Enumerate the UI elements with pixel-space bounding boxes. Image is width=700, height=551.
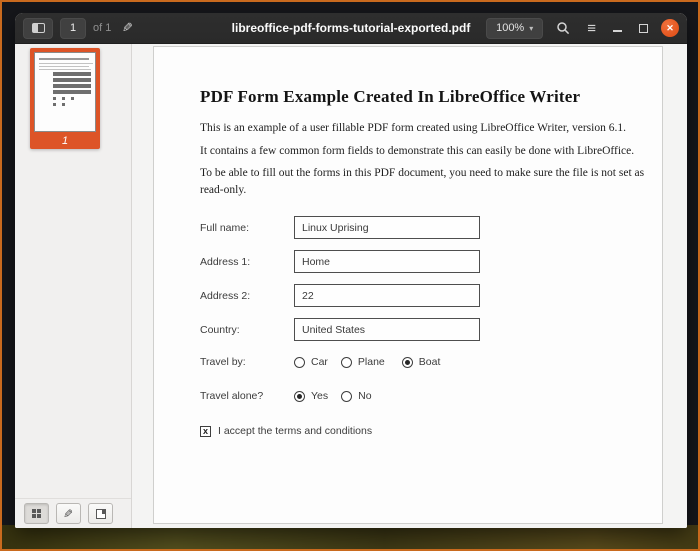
full-name-field[interactable] bbox=[294, 216, 480, 239]
radio-label: Plane bbox=[358, 356, 385, 368]
radio-no[interactable] bbox=[341, 391, 352, 402]
thumbnail-title-line bbox=[39, 58, 89, 60]
annotate-button[interactable]: ✎ bbox=[118, 18, 137, 39]
form-row-address-1: Address 1: bbox=[200, 250, 480, 273]
menu-button[interactable]: ≡ bbox=[583, 18, 600, 39]
form-row-address-2: Address 2: bbox=[200, 284, 480, 307]
document-paragraph: To be able to fill out the forms in this… bbox=[200, 165, 652, 200]
document-title: PDF Form Example Created In LibreOffice … bbox=[200, 87, 580, 107]
thumbnails-sidebar: 1 ✎ bbox=[15, 44, 132, 528]
radio-option-yes[interactable]: Yes bbox=[294, 390, 328, 402]
chevron-down-icon: ▾ bbox=[529, 24, 533, 33]
field-label: Full name: bbox=[200, 222, 294, 234]
close-icon: ✕ bbox=[666, 23, 674, 34]
hamburger-menu-icon: ≡ bbox=[587, 21, 596, 36]
field-label: Address 2: bbox=[200, 290, 294, 302]
page-thumbnail[interactable]: 1 bbox=[30, 48, 100, 149]
minimize-button[interactable] bbox=[609, 18, 626, 39]
field-label: Travel by: bbox=[200, 356, 294, 368]
sidebar-toggle-button[interactable] bbox=[23, 18, 53, 39]
terms-label: I accept the terms and conditions bbox=[218, 425, 372, 437]
zoom-level-dropdown[interactable]: 100% ▾ bbox=[486, 18, 543, 39]
form-row-terms: x I accept the terms and conditions bbox=[200, 425, 372, 437]
address-1-field[interactable] bbox=[294, 250, 480, 273]
address-2-field[interactable] bbox=[294, 284, 480, 307]
document-paragraph: It contains a few common form fields to … bbox=[200, 143, 652, 160]
radio-option-car[interactable]: Car bbox=[294, 356, 328, 368]
radio-label: Car bbox=[311, 356, 328, 368]
radio-option-boat[interactable]: Boat bbox=[402, 356, 441, 368]
radio-label: No bbox=[358, 390, 371, 402]
form-row-travel-by: Travel by: Car Plane bbox=[200, 356, 453, 368]
radio-label: Yes bbox=[311, 390, 328, 402]
terms-checkbox[interactable]: x bbox=[200, 426, 211, 437]
sidebar-toolbar: ✎ bbox=[15, 498, 131, 528]
field-label: Address 1: bbox=[200, 256, 294, 268]
radio-car[interactable] bbox=[294, 357, 305, 368]
titlebar-left-controls: 1 of 1 ✎ bbox=[23, 18, 137, 39]
bookmarks-view-button[interactable] bbox=[88, 503, 113, 524]
document-view[interactable]: PDF Form Example Created In LibreOffice … bbox=[132, 44, 687, 528]
form-row-full-name: Full name: bbox=[200, 216, 480, 239]
document-paragraph: This is an example of a user fillable PD… bbox=[200, 120, 652, 137]
sidebar-toggle-icon bbox=[32, 23, 45, 33]
desktop-wallpaper-grass bbox=[2, 525, 698, 549]
radio-yes[interactable] bbox=[294, 391, 305, 402]
search-icon bbox=[556, 21, 570, 35]
window-body: 1 ✎ PDF Form Example Creat bbox=[15, 44, 687, 528]
travel-by-options: Car Plane Boat bbox=[294, 356, 453, 368]
thumbnail-preview bbox=[34, 52, 96, 132]
minimize-icon bbox=[613, 30, 622, 32]
radio-boat[interactable] bbox=[402, 357, 413, 368]
search-button[interactable] bbox=[552, 18, 574, 39]
thumbnail-page-label: 1 bbox=[34, 132, 96, 149]
maximize-icon bbox=[639, 24, 648, 33]
form-row-country: Country: bbox=[200, 318, 480, 341]
titlebar-right-controls: 100% ▾ ≡ ✕ bbox=[486, 18, 679, 39]
radio-option-plane[interactable]: Plane bbox=[341, 356, 385, 368]
form-row-travel-alone: Travel alone? Yes No bbox=[200, 390, 385, 402]
thumbnails-grid-icon bbox=[32, 509, 41, 518]
annotations-view-button[interactable]: ✎ bbox=[56, 503, 81, 524]
document-viewer-window: 1 of 1 ✎ libreoffice-pdf-forms-tutorial-… bbox=[15, 13, 687, 528]
radio-option-no[interactable]: No bbox=[341, 390, 371, 402]
bookmark-icon bbox=[96, 509, 106, 519]
maximize-button[interactable] bbox=[635, 18, 652, 39]
field-label: Country: bbox=[200, 324, 294, 336]
close-button[interactable]: ✕ bbox=[661, 19, 679, 37]
titlebar: 1 of 1 ✎ libreoffice-pdf-forms-tutorial-… bbox=[15, 13, 687, 44]
field-label: Travel alone? bbox=[200, 390, 294, 402]
radio-label: Boat bbox=[419, 356, 441, 368]
travel-alone-options: Yes No bbox=[294, 390, 385, 402]
desktop: 1 of 1 ✎ libreoffice-pdf-forms-tutorial-… bbox=[0, 0, 700, 551]
page-number-input[interactable]: 1 bbox=[60, 18, 86, 39]
thumbnails-view-button[interactable] bbox=[24, 503, 49, 524]
radio-plane[interactable] bbox=[341, 357, 352, 368]
country-field[interactable] bbox=[294, 318, 480, 341]
pdf-page: PDF Form Example Created In LibreOffice … bbox=[153, 46, 663, 524]
zoom-level-value: 100% bbox=[496, 22, 524, 34]
page-count-label: of 1 bbox=[93, 22, 111, 34]
pen-icon: ✎ bbox=[122, 20, 133, 36]
checkbox-mark-icon: x bbox=[203, 427, 208, 436]
annotation-pen-icon: ✎ bbox=[63, 507, 73, 521]
